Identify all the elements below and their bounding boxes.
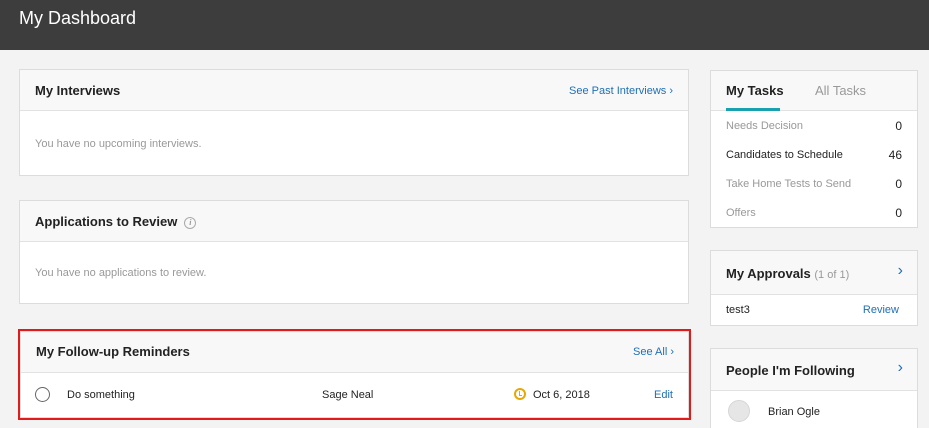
followed-person-name[interactable]: Brian Ogle xyxy=(768,406,820,418)
reminders-highlight-box xyxy=(18,329,691,420)
review-approval-link[interactable]: Review xyxy=(863,304,899,316)
top-bar: My Dashboard xyxy=(0,0,929,50)
tab-my-tasks[interactable]: My Tasks xyxy=(726,83,784,98)
following-card: People I'm Following › Brian Ogle xyxy=(710,348,918,428)
approvals-header: My Approvals (1 of 1) › xyxy=(711,251,917,295)
page-title: My Dashboard xyxy=(19,8,137,28)
following-title: People I'm Following xyxy=(726,363,855,378)
tasks-tabs: My Tasks All Tasks xyxy=(711,71,917,111)
tab-all-tasks[interactable]: All Tasks xyxy=(815,83,866,98)
approvals-title: My Approvals (1 of 1) xyxy=(726,266,850,281)
info-icon[interactable]: i xyxy=(184,217,197,229)
applications-header: Applications to Review i xyxy=(20,201,688,242)
applications-empty-text: You have no applications to review. xyxy=(35,267,207,279)
task-row-candidates-to-schedule[interactable]: Candidates to Schedule 46 xyxy=(726,146,902,166)
active-tab-indicator xyxy=(726,108,780,111)
see-past-interviews-link[interactable]: See Past Interviews › xyxy=(569,85,673,97)
interviews-header: My Interviews See Past Interviews › xyxy=(20,70,688,111)
task-row-take-home-tests[interactable]: Take Home Tests to Send 0 xyxy=(726,175,902,195)
task-row-needs-decision[interactable]: Needs Decision 0 xyxy=(726,117,902,137)
applications-card: Applications to Review i You have no appl… xyxy=(19,200,689,304)
chevron-right-icon[interactable]: › xyxy=(898,262,903,280)
task-row-offers[interactable]: Offers 0 xyxy=(726,204,902,224)
following-header: People I'm Following › xyxy=(711,349,917,391)
approval-item[interactable]: test3 xyxy=(726,304,750,316)
tasks-card: My Tasks All Tasks Needs Decision 0 Candi… xyxy=(710,70,918,228)
interviews-empty-text: You have no upcoming interviews. xyxy=(35,138,202,150)
chevron-right-icon[interactable]: › xyxy=(898,359,903,377)
applications-title: Applications to Review i xyxy=(35,214,197,229)
chevron-right-icon: › xyxy=(669,85,673,97)
interviews-title: My Interviews xyxy=(35,83,121,98)
interviews-card: My Interviews See Past Interviews › You … xyxy=(19,69,689,176)
approvals-card: My Approvals (1 of 1) › test3 Review xyxy=(710,250,918,326)
avatar xyxy=(728,400,750,422)
